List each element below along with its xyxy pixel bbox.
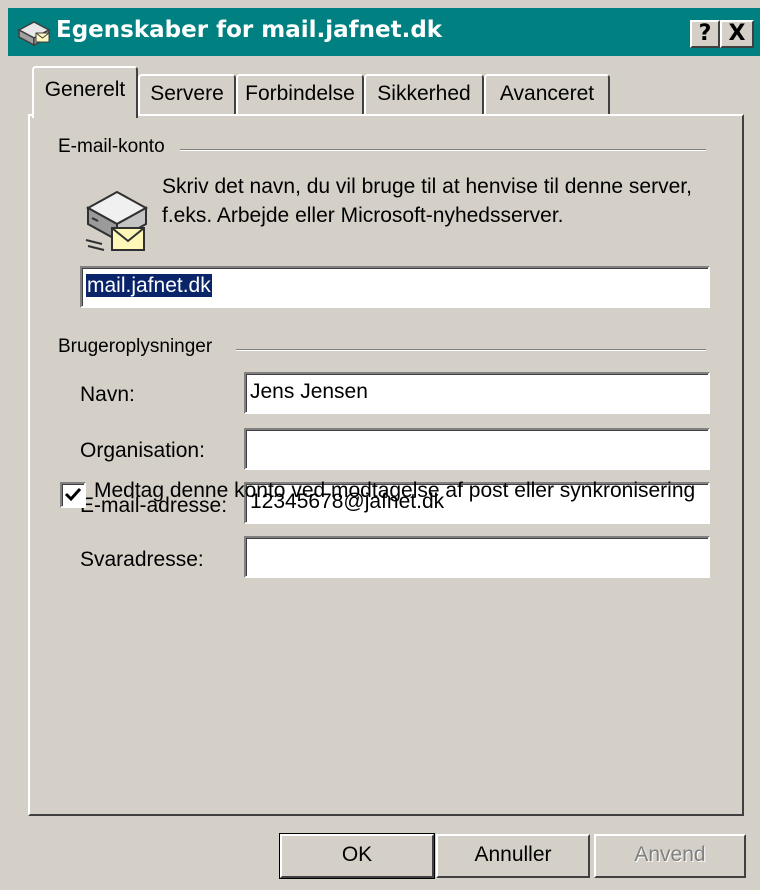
tab-servere[interactable]: Servere [138, 74, 236, 114]
account-name-value: mail.jafnet.dk [86, 274, 212, 297]
tab-avanceret[interactable]: Avanceret [484, 74, 610, 114]
title-bar[interactable]: Egenskaber for mail.jafnet.dk ? X [8, 8, 760, 56]
reply-address-input[interactable] [244, 536, 710, 578]
tab-sikkerhed[interactable]: Sikkerhed [364, 74, 484, 114]
cancel-button[interactable]: Annuller [436, 834, 590, 878]
reply-address-label: Svaradresse: [80, 548, 204, 571]
close-button[interactable]: X [720, 20, 754, 48]
tab-forbindelse[interactable]: Forbindelse [236, 74, 364, 114]
organization-input[interactable] [244, 428, 710, 470]
mail-account-icon [17, 21, 51, 47]
name-input[interactable]: Jens Jensen [244, 372, 710, 414]
help-button[interactable]: ? [690, 20, 720, 48]
tab-generelt[interactable]: Generelt [32, 66, 138, 118]
properties-dialog: Egenskaber for mail.jafnet.dk ? X Genere… [0, 0, 760, 890]
ok-button[interactable]: OK [279, 833, 435, 879]
account-name-input[interactable]: mail.jafnet.dk [80, 266, 710, 308]
tab-page-general: E-mail-konto Skriv det navn, du vil brug… [28, 114, 744, 816]
name-label: Navn: [80, 383, 135, 406]
include-account-checkbox[interactable] [60, 482, 86, 508]
account-description: Skriv det navn, du vil bruge til at henv… [162, 175, 692, 227]
group-label-user-info: Brugeroplysninger [58, 336, 221, 358]
include-account-label[interactable]: Medtag denne konto ved modtagelse af pos… [94, 479, 695, 503]
group-divider [180, 149, 706, 151]
apply-button[interactable]: Anvend [594, 834, 746, 878]
checkmark-icon [64, 487, 82, 502]
mail-server-icon [85, 190, 149, 251]
window-title: Egenskaber for mail.jafnet.dk [56, 17, 443, 43]
group-divider [236, 349, 706, 351]
organization-label: Organisation: [80, 439, 205, 462]
group-label-email-account: E-mail-konto [58, 136, 173, 158]
